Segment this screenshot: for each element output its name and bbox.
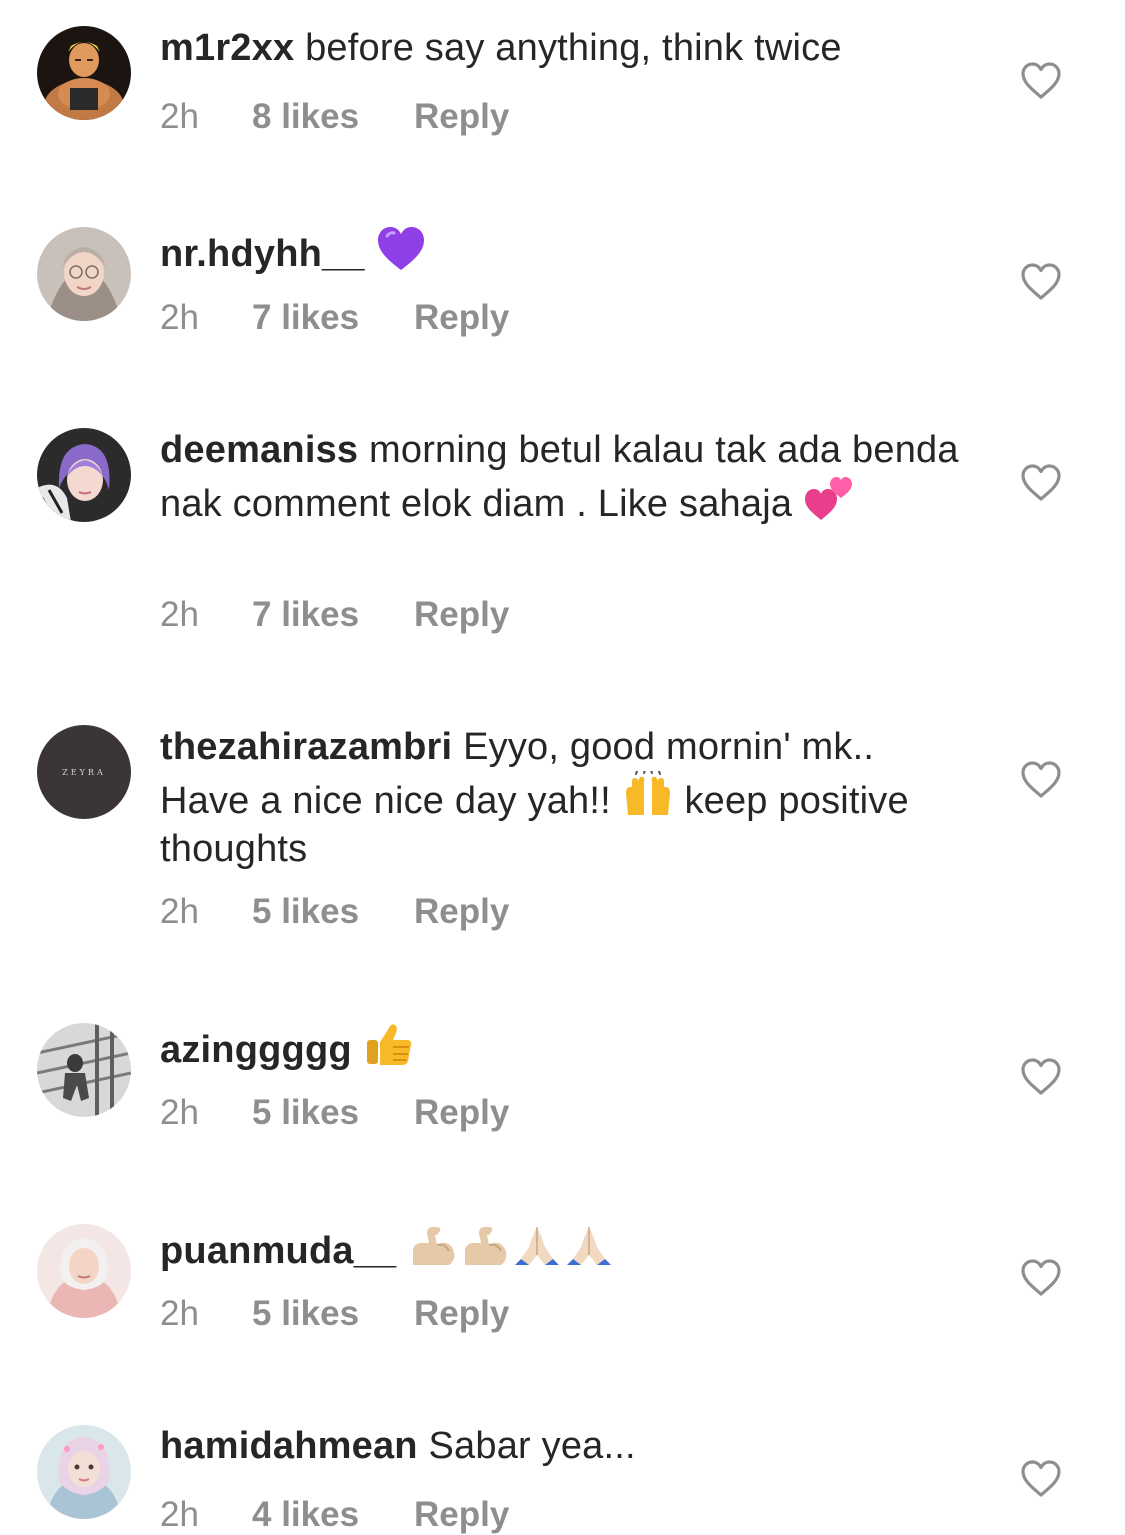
comment-meta: 2h 7 likes Reply [160,595,509,635]
purple-heart-icon [375,224,427,272]
like-heart-icon[interactable] [1019,60,1063,100]
two-hearts-icon [803,474,855,522]
reply-button[interactable]: Reply [414,892,509,932]
comment-text: thezahirazambri Eyyo, good mornin' mk.. … [160,723,960,873]
comment-meta: 2h 7 likes Reply [160,298,509,338]
comment-text: deemaniss morning betul kalau tak ada be… [160,426,960,528]
comment-meta: 2h 4 likes Reply [160,1495,509,1535]
like-heart-icon[interactable] [1019,1056,1063,1096]
timestamp: 2h [160,298,199,337]
folded-hands-icon [563,1221,615,1269]
raising-hands-icon [622,771,674,819]
avatar-muscular-fighter[interactable] [37,26,131,120]
reply-button[interactable]: Reply [414,1294,509,1334]
avatar-woman-glasses[interactable] [37,227,131,321]
comment-meta: 2h 5 likes Reply [160,1093,509,1133]
timestamp: 2h [160,1495,199,1534]
likes-count[interactable]: 5 likes [252,1093,414,1133]
likes-count[interactable]: 8 likes [252,97,414,137]
comment-meta: 2h 5 likes Reply [160,892,509,932]
comment-text: puanmuda__ [160,1221,960,1275]
username[interactable]: thezahirazambri [160,726,452,768]
like-heart-icon[interactable] [1019,759,1063,799]
comment-text: nr.hdyhh__ [160,224,960,278]
comment-text: m1r2xx before say anything, think twice [160,24,960,72]
username[interactable]: deemaniss [160,429,358,471]
timestamp: 2h [160,892,199,931]
avatar-woman-hijab-filter[interactable] [37,1425,131,1519]
avatar-man-stairs[interactable] [37,1023,131,1117]
likes-count[interactable]: 4 likes [252,1495,414,1535]
timestamp: 2h [160,1294,199,1333]
like-heart-icon[interactable] [1019,261,1063,301]
likes-count[interactable]: 7 likes [252,595,414,635]
comment-text: azinggggg [160,1020,960,1074]
likes-count[interactable]: 7 likes [252,298,414,338]
flexed-biceps-icon [407,1221,459,1269]
avatar-zeyra-logo[interactable]: ZEYRA [37,725,131,819]
likes-count[interactable]: 5 likes [252,1294,414,1334]
comment-body: before say anything, think twice [305,27,842,69]
like-heart-icon[interactable] [1019,1257,1063,1297]
comment-meta: 2h 5 likes Reply [160,1294,509,1334]
folded-hands-icon [511,1221,563,1269]
like-heart-icon[interactable] [1019,1458,1063,1498]
username[interactable]: azinggggg [160,1029,352,1071]
reply-button[interactable]: Reply [414,298,509,338]
timestamp: 2h [160,97,199,136]
username[interactable]: m1r2xx [160,27,294,69]
reply-button[interactable]: Reply [414,1495,509,1535]
zeyra-logo-text: ZEYRA [62,768,105,777]
thumbs-up-icon [363,1020,415,1068]
avatar-woman-purple-hair[interactable] [37,428,131,522]
reply-button[interactable]: Reply [414,595,509,635]
like-heart-icon[interactable] [1019,462,1063,502]
comment-text: hamidahmean Sabar yea... [160,1422,960,1470]
flexed-biceps-icon [459,1221,511,1269]
reply-button[interactable]: Reply [414,1093,509,1133]
username[interactable]: puanmuda__ [160,1230,396,1272]
reply-button[interactable]: Reply [414,97,509,137]
avatar-woman-hijab-pink[interactable] [37,1224,131,1318]
comment-meta: 2h 8 likes Reply [160,97,509,137]
username[interactable]: hamidahmean [160,1425,418,1467]
likes-count[interactable]: 5 likes [252,892,414,932]
timestamp: 2h [160,1093,199,1132]
timestamp: 2h [160,595,199,634]
comment-body: Sabar yea... [428,1425,636,1467]
username[interactable]: nr.hdyhh__ [160,233,365,275]
